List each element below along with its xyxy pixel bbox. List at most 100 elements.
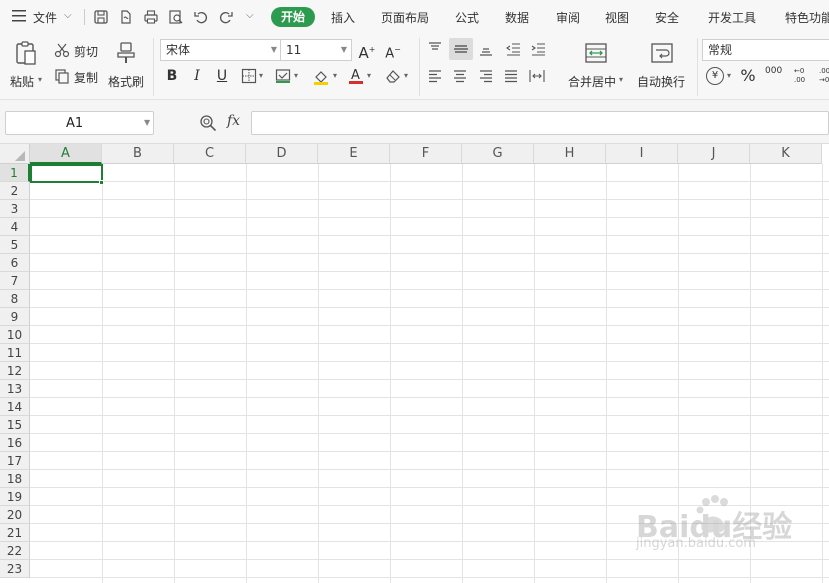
row-header-13[interactable]: 13	[0, 380, 30, 398]
row-header-4[interactable]: 4	[0, 218, 30, 236]
chevron-down-icon[interactable]: ▼	[144, 118, 150, 127]
percent-format-button[interactable]: %	[738, 66, 758, 86]
align-right-icon[interactable]	[478, 68, 494, 84]
row-header-19[interactable]: 19	[0, 488, 30, 506]
cut-icon[interactable]	[54, 42, 70, 58]
fill-icon[interactable]	[275, 68, 291, 84]
tab-developer[interactable]: 开发工具	[708, 9, 756, 26]
print-preview-icon[interactable]	[168, 9, 184, 25]
row-header-16[interactable]: 16	[0, 434, 30, 452]
row-header-14[interactable]: 14	[0, 398, 30, 416]
clear-eraser-icon[interactable]	[384, 68, 402, 84]
tab-view[interactable]: 视图	[605, 9, 629, 26]
align-middle-icon[interactable]	[449, 38, 473, 60]
thousands-separator-button[interactable]: 000	[765, 66, 782, 76]
font-name-select[interactable]: 宋体 ▼	[160, 39, 282, 61]
row-header-3[interactable]: 3	[0, 200, 30, 218]
justify-icon[interactable]	[503, 68, 519, 84]
row-header-6[interactable]: 6	[0, 254, 30, 272]
underline-button[interactable]: U	[212, 66, 232, 86]
merge-center-dropdown-icon[interactable]: ▾	[619, 75, 623, 84]
column-header-c[interactable]: C	[174, 144, 246, 164]
distributed-align-icon[interactable]	[528, 68, 546, 84]
column-header-f[interactable]: F	[390, 144, 462, 164]
row-header-15[interactable]: 15	[0, 416, 30, 434]
column-header-i[interactable]: I	[606, 144, 678, 164]
paste-dropdown-icon[interactable]: ▾	[38, 75, 42, 84]
cut-button[interactable]: 剪切	[74, 43, 98, 60]
row-header-21[interactable]: 21	[0, 524, 30, 542]
save-icon[interactable]	[93, 9, 109, 25]
merge-center-button[interactable]: 合并居中 ▾	[563, 38, 627, 92]
fill-color-dropdown-icon[interactable]: ▾	[333, 71, 337, 80]
decrease-indent-icon[interactable]	[505, 41, 521, 57]
row-header-18[interactable]: 18	[0, 470, 30, 488]
row-header-20[interactable]: 20	[0, 506, 30, 524]
redo-icon[interactable]	[218, 9, 234, 25]
row-header-11[interactable]: 11	[0, 344, 30, 362]
tab-home[interactable]: 开始	[271, 7, 315, 27]
tab-data[interactable]: 数据	[505, 9, 529, 26]
row-header-12[interactable]: 12	[0, 362, 30, 380]
column-header-g[interactable]: G	[462, 144, 534, 164]
increase-indent-icon[interactable]	[530, 41, 546, 57]
tab-special-features[interactable]: 特色功能	[785, 9, 829, 26]
font-color-icon[interactable]: A	[347, 66, 365, 86]
currency-dropdown-icon[interactable]: ▾	[727, 71, 731, 80]
name-box[interactable]: A1 ▼	[5, 111, 154, 135]
tab-page-layout[interactable]: 页面布局	[381, 9, 429, 26]
column-header-j[interactable]: J	[678, 144, 750, 164]
tab-formulas[interactable]: 公式	[455, 9, 479, 26]
clear-dropdown-icon[interactable]: ▾	[404, 71, 408, 80]
column-header-b[interactable]: B	[102, 144, 174, 164]
export-pdf-icon[interactable]	[118, 9, 134, 25]
zoom-search-icon[interactable]	[199, 114, 217, 132]
borders-dropdown-icon[interactable]: ▾	[259, 71, 263, 80]
align-bottom-icon[interactable]	[478, 41, 494, 57]
format-painter-button[interactable]: 格式刷	[105, 38, 147, 90]
increase-font-size-icon[interactable]: A+	[357, 40, 377, 62]
increase-decimal-icon[interactable]: ←0.00	[793, 65, 811, 85]
borders-icon[interactable]	[241, 68, 257, 84]
select-all-corner[interactable]	[0, 144, 30, 164]
decrease-decimal-icon[interactable]: .00 →0	[818, 65, 829, 85]
column-header-a[interactable]: A	[30, 144, 102, 164]
column-header-h[interactable]: H	[534, 144, 606, 164]
italic-button[interactable]: I	[187, 66, 207, 86]
quick-access-dropdown-icon[interactable]: ⌵	[246, 10, 254, 21]
row-header-9[interactable]: 9	[0, 308, 30, 326]
row-header-8[interactable]: 8	[0, 290, 30, 308]
copy-icon[interactable]	[54, 68, 70, 84]
insert-function-button[interactable]: fx	[227, 113, 240, 129]
copy-button[interactable]: 复制	[74, 69, 98, 86]
file-menu[interactable]: 文件	[33, 9, 57, 26]
tab-review[interactable]: 审阅	[556, 9, 580, 26]
row-header-22[interactable]: 22	[0, 542, 30, 560]
formula-input[interactable]	[251, 111, 829, 135]
row-header-17[interactable]: 17	[0, 452, 30, 470]
align-left-icon[interactable]	[427, 68, 443, 84]
row-header-10[interactable]: 10	[0, 326, 30, 344]
align-center-icon[interactable]	[452, 68, 468, 84]
align-top-icon[interactable]	[427, 41, 443, 57]
column-header-d[interactable]: D	[246, 144, 318, 164]
column-header-e[interactable]: E	[318, 144, 390, 164]
column-header-k[interactable]: K	[750, 144, 822, 164]
paste-button[interactable]: 粘贴 ▾	[8, 38, 44, 90]
tab-insert[interactable]: 插入	[331, 9, 355, 26]
selected-cell-a1[interactable]	[30, 164, 103, 183]
row-header-23[interactable]: 23	[0, 560, 30, 578]
row-header-7[interactable]: 7	[0, 272, 30, 290]
hamburger-menu-icon[interactable]	[12, 10, 26, 22]
fill-handle[interactable]	[99, 180, 104, 185]
font-color-dropdown-icon[interactable]: ▾	[367, 71, 371, 80]
row-header-2[interactable]: 2	[0, 182, 30, 200]
fill-dropdown-icon[interactable]: ▾	[294, 71, 298, 80]
row-header-5[interactable]: 5	[0, 236, 30, 254]
currency-format-icon[interactable]: ¥	[706, 67, 724, 85]
number-format-select[interactable]: 常规	[702, 39, 829, 61]
row-header-1[interactable]: 1	[0, 164, 30, 182]
bold-button[interactable]: B	[162, 66, 182, 86]
font-size-select[interactable]: 11 ▼	[280, 39, 352, 61]
undo-icon[interactable]	[193, 9, 209, 25]
